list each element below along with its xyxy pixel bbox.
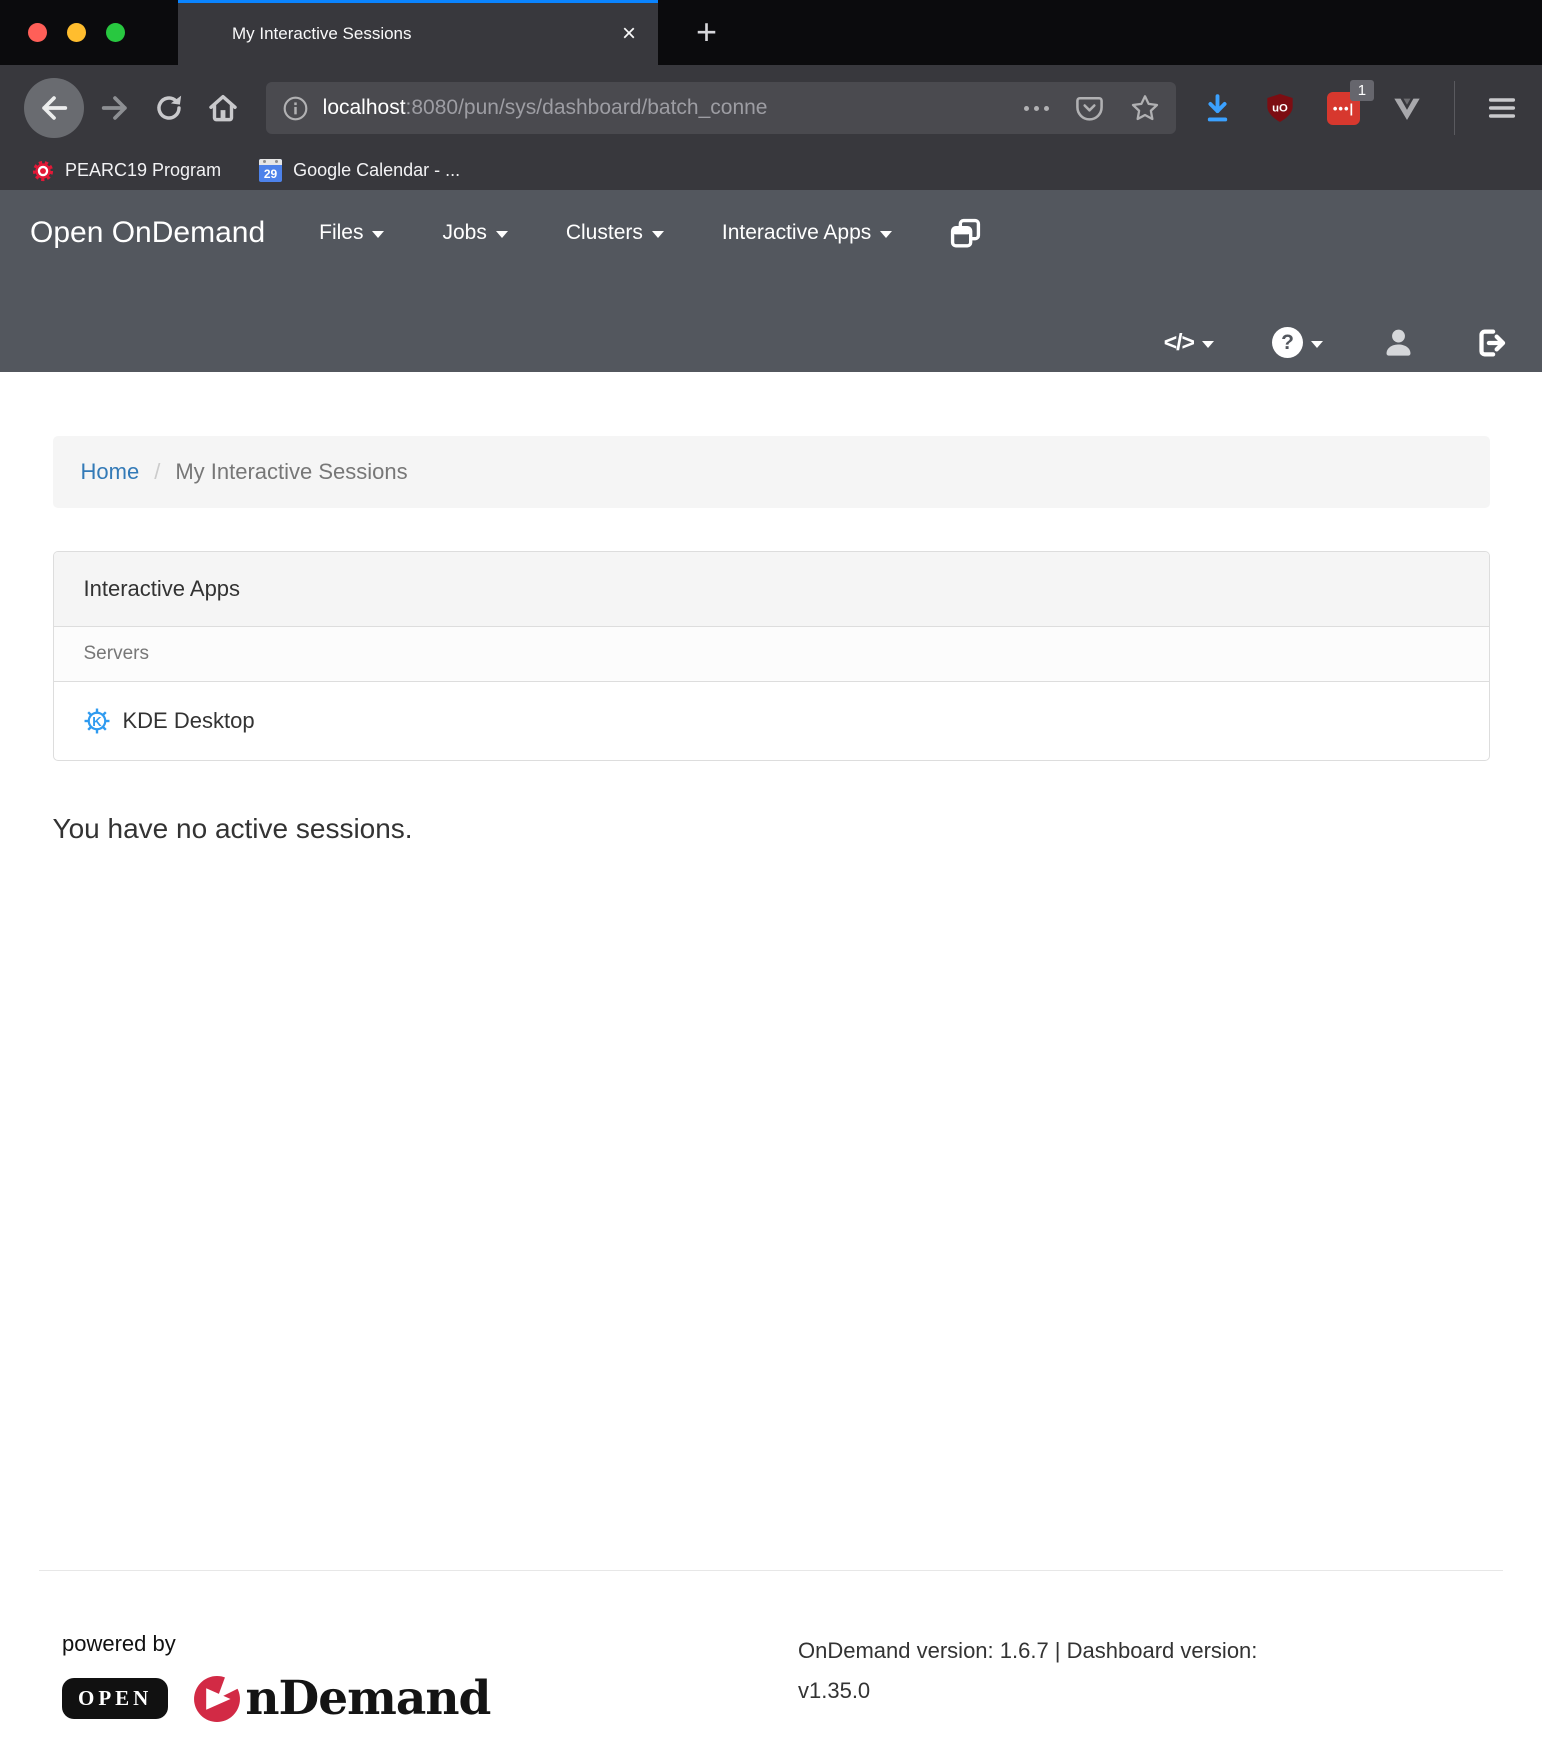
ondemand-wordmark-text: nDemand xyxy=(245,1671,490,1726)
open-ondemand-logo[interactable]: OPEN nDemand xyxy=(62,1671,798,1726)
breadcrumb-current: My Interactive Sessions xyxy=(175,459,407,485)
address-text[interactable]: localhost:8080/pun/sys/dashboard/batch_c… xyxy=(323,96,1016,120)
ondemand-wordmark: nDemand xyxy=(190,1671,490,1726)
home-button[interactable] xyxy=(200,85,246,131)
page-content: Home / My Interactive Sessions Interacti… xyxy=(53,436,1490,845)
open-badge: OPEN xyxy=(62,1678,168,1719)
bookmark-label: Google Calendar - ... xyxy=(293,160,460,181)
navbar-brand[interactable]: Open OnDemand xyxy=(30,216,265,250)
forward-arrow-icon xyxy=(98,91,132,125)
app-link-kde-desktop[interactable]: K KDE Desktop xyxy=(54,682,1489,760)
chevron-down-icon xyxy=(372,231,384,238)
bookmark-label: PEARC19 Program xyxy=(65,160,221,181)
toolbar-separator xyxy=(1454,81,1455,135)
url-bar[interactable]: localhost:8080/pun/sys/dashboard/batch_c… xyxy=(266,82,1176,134)
my-sessions-windows-icon[interactable] xyxy=(950,218,981,249)
window-controls xyxy=(0,0,148,65)
powered-by-text: powered by xyxy=(62,1631,798,1657)
powered-by-block: powered by OPEN nDemand xyxy=(62,1631,798,1726)
tab-close-icon[interactable]: × xyxy=(622,22,636,46)
logout-icon[interactable] xyxy=(1474,326,1508,360)
back-arrow-icon xyxy=(37,91,71,125)
panel-title: Interactive Apps xyxy=(54,552,1489,627)
hamburger-menu-icon[interactable] xyxy=(1486,92,1518,124)
forward-button[interactable] xyxy=(92,85,138,131)
ublock-origin-icon[interactable]: uO xyxy=(1264,92,1296,124)
new-tab-button[interactable]: + xyxy=(696,18,717,47)
navbar-secondary-row: </> ? xyxy=(1164,325,1508,360)
zoom-window-button[interactable] xyxy=(106,23,125,42)
nav-menu-files[interactable]: Files xyxy=(319,221,384,245)
panel-section-servers: Servers xyxy=(54,627,1489,682)
ondemand-o-icon xyxy=(190,1672,244,1726)
home-icon xyxy=(206,91,240,125)
user-profile-icon[interactable] xyxy=(1381,325,1416,360)
kde-logo-icon: K xyxy=(84,708,110,734)
browser-tab[interactable]: My Interactive Sessions × xyxy=(178,0,658,65)
chevron-down-icon xyxy=(652,231,664,238)
bookmarks-bar: PEARC19 Program 29 Google Calendar - ... xyxy=(0,151,1542,190)
tab-title: My Interactive Sessions xyxy=(232,24,622,44)
minimize-window-button[interactable] xyxy=(67,23,86,42)
breadcrumb-home-link[interactable]: Home xyxy=(81,459,140,485)
interactive-apps-panel: Interactive Apps Servers xyxy=(53,551,1490,761)
develop-menu[interactable]: </> xyxy=(1164,329,1214,356)
pocket-icon[interactable] xyxy=(1075,94,1104,123)
ondemand-navbar: Open OnDemand Files Jobs Clusters Intera… xyxy=(0,190,1542,372)
nav-menu-interactive-apps[interactable]: Interactive Apps xyxy=(722,221,892,245)
reload-icon xyxy=(153,92,185,124)
extension-badge: 1 xyxy=(1350,80,1374,101)
no-active-sessions-message: You have no active sessions. xyxy=(53,813,1490,845)
back-button[interactable] xyxy=(24,78,84,138)
chevron-down-icon xyxy=(1311,341,1323,348)
toolbar-extensions: uO •••| 1 xyxy=(1202,81,1518,135)
help-menu[interactable]: ? xyxy=(1272,327,1323,358)
version-text: OnDemand version: 1.6.7 | Dashboard vers… xyxy=(798,1631,1303,1726)
window-title-bar: My Interactive Sessions × + xyxy=(0,0,1542,65)
page-actions-icon[interactable] xyxy=(1024,106,1049,111)
chevron-down-icon xyxy=(880,231,892,238)
svg-text:K: K xyxy=(92,714,102,729)
bookmark-pearc19[interactable]: PEARC19 Program xyxy=(32,160,221,182)
pearc19-gear-icon xyxy=(32,160,54,182)
bookmark-google-calendar[interactable]: 29 Google Calendar - ... xyxy=(259,159,460,182)
code-icon: </> xyxy=(1164,329,1194,356)
navbar-primary-row: Open OnDemand Files Jobs Clusters Intera… xyxy=(30,190,1512,250)
url-host: localhost xyxy=(323,96,406,119)
password-manager-extension[interactable]: •••| 1 xyxy=(1327,92,1360,125)
google-calendar-icon: 29 xyxy=(259,159,282,182)
svg-text:uO: uO xyxy=(1272,103,1288,115)
nav-menu-jobs[interactable]: Jobs xyxy=(442,221,507,245)
page-action-buttons xyxy=(1024,93,1160,123)
help-icon: ? xyxy=(1272,327,1303,358)
site-info-icon[interactable] xyxy=(282,95,309,122)
breadcrumb-separator: / xyxy=(154,459,160,485)
chevron-down-icon xyxy=(496,231,508,238)
bookmark-star-icon[interactable] xyxy=(1130,93,1160,123)
page-footer: powered by OPEN nDemand OnDemand version… xyxy=(0,1570,1542,1754)
browser-toolbar: localhost:8080/pun/sys/dashboard/batch_c… xyxy=(0,65,1542,151)
nav-menu-clusters[interactable]: Clusters xyxy=(566,221,664,245)
breadcrumb: Home / My Interactive Sessions xyxy=(53,436,1490,508)
url-path: :8080/pun/sys/dashboard/batch_conne xyxy=(406,96,768,119)
url-fade-overlay xyxy=(906,96,1016,120)
close-window-button[interactable] xyxy=(28,23,47,42)
app-label: KDE Desktop xyxy=(123,708,255,734)
chevron-down-icon xyxy=(1202,341,1214,348)
reload-button[interactable] xyxy=(146,85,192,131)
vimium-icon[interactable] xyxy=(1391,92,1423,124)
downloads-icon[interactable] xyxy=(1202,93,1233,124)
